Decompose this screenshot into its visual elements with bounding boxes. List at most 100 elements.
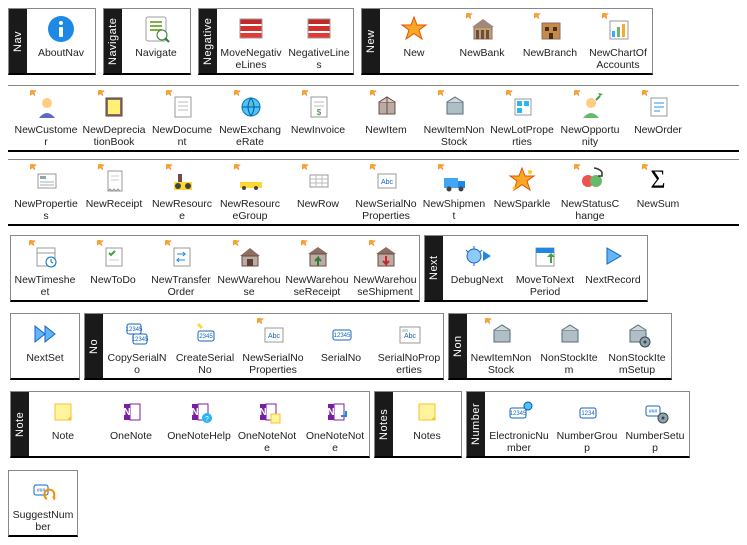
palette-item-newbranch[interactable]: NewBranch: [516, 9, 584, 73]
palette-item-newrow[interactable]: NewRow: [284, 160, 352, 224]
item-label: NewWarehouse: [217, 274, 281, 298]
palette-item-copyserialno[interactable]: 1234512345CopySerialNo: [103, 314, 171, 378]
palette-item-navigate[interactable]: Navigate: [122, 9, 190, 73]
palette-item-newserialnoproperties[interactable]: AbcNewSerialNoProperties: [352, 160, 420, 224]
palette-item-newstatuschange[interactable]: NewStatusChange: [556, 160, 624, 224]
bank-icon: [466, 13, 498, 45]
palette-item-newitem[interactable]: NewItem: [352, 86, 420, 150]
palette-item-newopportunity[interactable]: NewOpportunity: [556, 86, 624, 150]
palette-item-movetonextperiod[interactable]: MoveToNextPeriod: [511, 236, 579, 300]
palette-item-newdepreciationbook[interactable]: NewDepreciationBook: [80, 86, 148, 150]
palette-item-newinvoice[interactable]: $NewInvoice: [284, 86, 352, 150]
item-label: NextRecord: [585, 274, 640, 298]
palette-item-negativelines[interactable]: NegativeLines: [285, 9, 353, 73]
nextset-icon: [29, 318, 61, 350]
group-items: AboutNav: [27, 9, 95, 73]
group-notes: NotesNotes: [374, 391, 462, 458]
props-icon: [30, 164, 62, 196]
palette-item-neworder[interactable]: NewOrder: [624, 86, 692, 150]
palette-item-newresourcegroup[interactable]: NewResourceGroup: [216, 160, 284, 224]
palette-item-nonstockitemsetup[interactable]: NonStockItemSetup: [603, 314, 671, 378]
palette-item-newwarehouseshipment[interactable]: NewWarehouseShipment: [351, 236, 419, 300]
palette-item-newbank[interactable]: NewBank: [448, 9, 516, 73]
item-label: NewSerialNoProperties: [241, 352, 305, 376]
item-label: NonStockItemSetup: [605, 352, 669, 376]
palette-item-note[interactable]: Note: [29, 392, 97, 456]
palette-item-onenotenote[interactable]: NOneNoteNote: [301, 392, 369, 456]
item-label: NewTimesheet: [13, 274, 77, 298]
palette-item-nextset[interactable]: NextSet: [11, 314, 79, 378]
onenotenote2-icon: N: [319, 396, 351, 428]
palette-item-newwarehouse[interactable]: NewWarehouse: [215, 236, 283, 300]
palette-item-newwarehousereceipt[interactable]: NewWarehouseReceipt: [283, 236, 351, 300]
palette-item-suggestnumber[interactable]: ###SuggestNumber: [9, 471, 77, 535]
palette-item-newserialnoproperties[interactable]: AbcNewSerialNoProperties: [239, 314, 307, 378]
group-tab: New: [362, 9, 380, 73]
onenotenote-icon: N: [251, 396, 283, 428]
item-label: SerialNoProperties: [377, 352, 441, 376]
group-items: MoveNegativeLinesNegativeLines: [217, 9, 353, 73]
palette-item-serialnoproperties[interactable]: Abc SerialNoProperties: [375, 314, 443, 378]
palette-item-debugnext[interactable]: DebugNext: [443, 236, 511, 300]
palette-item-nextrecord[interactable]: NextRecord: [579, 236, 647, 300]
item-label: Notes: [413, 430, 440, 454]
opp-icon: [574, 90, 606, 122]
palette-item-newsum[interactable]: ΣNewSum: [624, 160, 692, 224]
palette-item-onenotehelp[interactable]: N?OneNoteHelp: [165, 392, 233, 456]
palette-item-aboutnav[interactable]: AboutNav: [27, 9, 95, 73]
palette-item-newtransferorder[interactable]: NewTransferOrder: [147, 236, 215, 300]
item-label: NewResourceGroup: [218, 198, 282, 222]
palette-item-notes[interactable]: Notes: [393, 392, 461, 456]
palette-item-newitemnonstock[interactable]: NewItemNonStock: [420, 86, 488, 150]
palette-item-onenote[interactable]: NOneNote: [97, 392, 165, 456]
svg-text:12345: 12345: [510, 411, 527, 417]
palette-item-newitemnonstock[interactable]: NewItemNonStock: [467, 314, 535, 378]
palette-item-newreceipt[interactable]: NewReceipt: [80, 160, 148, 224]
group-next: NextDebugNextMoveToNextPeriodNextRecord: [424, 235, 648, 302]
item-label: NewBank: [460, 47, 505, 71]
row-nextset-no-non: NextSetNo1234512345CopySerialNo2345Creat…: [8, 311, 739, 382]
svg-text:12345: 12345: [126, 327, 143, 333]
palette-item-newexchangerate[interactable]: NewExchangeRate: [216, 86, 284, 150]
serialprop-icon: Abc: [370, 164, 402, 196]
svg-text:Abc: Abc: [404, 333, 417, 340]
item-label: OneNoteHelp: [167, 430, 231, 454]
nextrec-icon: [597, 240, 629, 272]
palette-item-movenegativelines[interactable]: MoveNegativeLines: [217, 9, 285, 73]
palette-item-newchartofaccounts[interactable]: NewChartOfAccounts: [584, 9, 652, 73]
resgroup-icon: [234, 164, 266, 196]
palette-item-numbergroup[interactable]: 1234NumberGroup: [553, 392, 621, 456]
palette-item-newsparkle[interactable]: NewSparkle: [488, 160, 556, 224]
palette-item-electronicnumber[interactable]: 12345 ElectronicNumber: [485, 392, 553, 456]
palette-item-createserialno[interactable]: 2345CreateSerialNo: [171, 314, 239, 378]
item-label: CopySerialNo: [105, 352, 169, 376]
palette-item-newcustomer[interactable]: NewCustomer: [12, 86, 80, 150]
item-label: NewShipment: [422, 198, 486, 222]
palette-item-newtimesheet[interactable]: NewTimesheet: [11, 236, 79, 300]
palette-item-newdocument[interactable]: NewDocument: [148, 86, 216, 150]
palette-item-newlotproperties[interactable]: NewLotProperties: [488, 86, 556, 150]
palette-item-newshipment[interactable]: NewShipment: [420, 160, 488, 224]
palette-item-onenotenote[interactable]: NOneNoteNote: [233, 392, 301, 456]
svg-text:2345: 2345: [199, 334, 213, 340]
palette-item-serialno[interactable]: 12345SerialNo: [307, 314, 375, 378]
item-label: ElectronicNumber: [487, 430, 551, 454]
palette-item-newproperties[interactable]: NewProperties: [12, 160, 80, 224]
note-icon: [47, 396, 79, 428]
palette-item-newtodo[interactable]: NewToDo: [79, 236, 147, 300]
palette-item-new[interactable]: New: [380, 9, 448, 73]
palette-item-numbersetup[interactable]: ###NumberSetup: [621, 392, 689, 456]
todo-icon: [97, 240, 129, 272]
nextperiod-icon: [529, 240, 561, 272]
item-label: NewStatusChange: [558, 198, 622, 222]
doc-icon: [166, 90, 198, 122]
item-label: NewItemNonStock: [469, 352, 533, 376]
palette-item-newresource[interactable]: NewResource: [148, 160, 216, 224]
customer-icon: [30, 90, 62, 122]
palette-item-nonstockitem[interactable]: NonStockItem: [535, 314, 603, 378]
itemnon-icon: [438, 90, 470, 122]
row-note-notes-number: NoteNoteNOneNoteN?OneNoteHelpNOneNoteNot…: [8, 389, 739, 460]
chartacc-icon: [602, 13, 634, 45]
item-label: NextSet: [26, 352, 63, 376]
lot-icon: [506, 90, 538, 122]
